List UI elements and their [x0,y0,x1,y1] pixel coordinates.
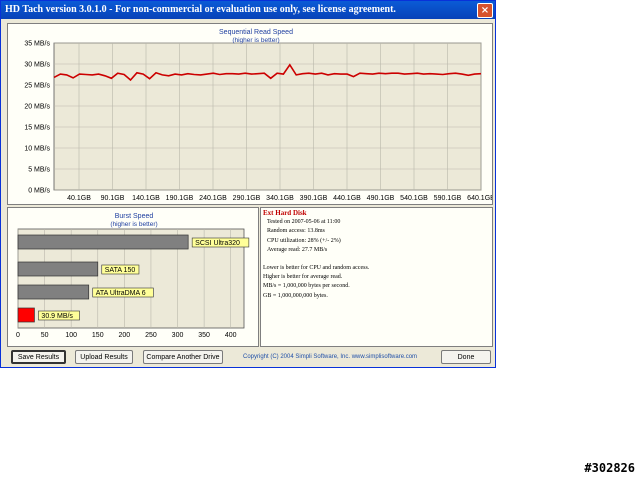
info-line: CPU utilization: 28% (+/- 2%) [267,237,341,244]
info-text: Ext Hard Disk Tested on 2007-05-06 at 11… [263,209,491,301]
burst-x-tick-label: 150 [92,332,104,339]
burst-x-tick-label: 200 [119,332,131,339]
read-x-tick-label: 390.1GB [300,195,328,202]
info-line: Random access: 13.8ms [267,228,325,235]
burst-x-tick-label: 400 [225,332,237,339]
read-chart-title: Sequential Read Speed [219,29,293,36]
burst-bar-label: 30.9 MB/s [41,313,73,320]
drive-name: Ext Hard Disk [263,209,307,217]
read-chart-panel: 0 MB/s 5 MB/s 10 MB/s 15 MB/s 20 MB/s 25 MB/s… [7,23,493,205]
burst-bar-label: ATA UltraDMA 6 [96,290,146,297]
burst-bar [17,307,35,323]
read-x-tick-label: 140.1GB [132,195,160,202]
compare-drive-button[interactable]: Compare Another Drive [143,350,223,364]
read-x-tick-label: 640.1GB [467,195,492,202]
read-x-tick-label: 90.1GB [101,195,125,202]
read-y-tick-label: 15 MB/s [24,125,50,132]
window-title: HD Tach version 3.0.1.0 - For non-commer… [5,4,396,15]
save-results-button[interactable]: Save Results [11,350,66,364]
read-y-tick-label: 25 MB/s [24,83,50,90]
burst-chart-panel: SCSI Ultra320 SATA 150 ATA UltraDMA 6 30.9 … [7,207,259,347]
info-line: Tested on 2007-05-06 at 11:00 [267,219,341,226]
burst-bar-label: SCSI Ultra320 [195,240,240,247]
read-y-tick-label: 0 MB/s [28,188,50,195]
burst-x-tick-label: 50 [41,332,49,339]
read-x-tick-label: 240.1GB [199,195,227,202]
info-note: MB/s = 1,000,000 bytes per second. [263,283,350,290]
read-y-tick-label: 20 MB/s [24,104,50,111]
done-button[interactable]: Done [441,350,491,364]
burst-x-tick-label: 300 [172,332,184,339]
burst-x-tick-label: 100 [65,332,77,339]
burst-bar [17,261,99,277]
read-x-tick-label: 590.1GB [434,195,462,202]
burst-chart-subtitle: (higher is better) [110,221,157,228]
burst-x-tick-label: 350 [198,332,210,339]
read-x-tick-label: 490.1GB [367,195,395,202]
close-icon[interactable]: × [477,3,493,18]
info-note: GB = 1,000,000,000 bytes. [263,292,328,299]
hdtach-window: HD Tach version 3.0.1.0 - For non-commer… [0,0,496,368]
burst-chart-title: Burst Speed [115,213,154,220]
burst-bar [17,284,90,300]
read-x-tick-label: 440.1GB [333,195,361,202]
read-y-tick-label: 5 MB/s [28,167,50,174]
burst-speed-chart: SCSI Ultra320 SATA 150 ATA UltraDMA 6 30.9 … [16,213,250,339]
info-line: Average read: 27.7 MB/s [267,246,328,253]
burst-x-tick-label: 250 [145,332,157,339]
copyright-text: Copyright (C) 2004 Simpli Software, Inc.… [243,354,418,360]
read-y-tick-label: 30 MB/s [24,62,50,69]
info-note: Higher is better for average read. [263,274,343,281]
info-note: Lower is better for CPU and random acces… [263,265,370,272]
upload-results-button[interactable]: Upload Results [75,350,133,364]
read-x-tick-label: 290.1GB [233,195,261,202]
read-x-tick-label: 190.1GB [166,195,194,202]
read-y-tick-label: 10 MB/s [24,146,50,153]
burst-x-tick-label: 0 [16,332,20,339]
burst-bar-label: SATA 150 [105,267,136,274]
read-y-tick-label: 35 MB/s [24,41,50,48]
watermark-id: #302826 [584,461,635,475]
read-chart-subtitle: (higher is better) [232,37,279,44]
read-x-tick-label: 540.1GB [400,195,428,202]
read-x-tick-label: 40.1GB [67,195,91,202]
burst-bar [17,234,189,250]
read-speed-chart: 0 MB/s 5 MB/s 10 MB/s 15 MB/s 20 MB/s 25 MB/s… [24,29,492,202]
read-x-tick-label: 340.1GB [266,195,294,202]
title-bar: HD Tach version 3.0.1.0 - For non-commer… [1,1,495,19]
read-plot-area [53,42,482,191]
